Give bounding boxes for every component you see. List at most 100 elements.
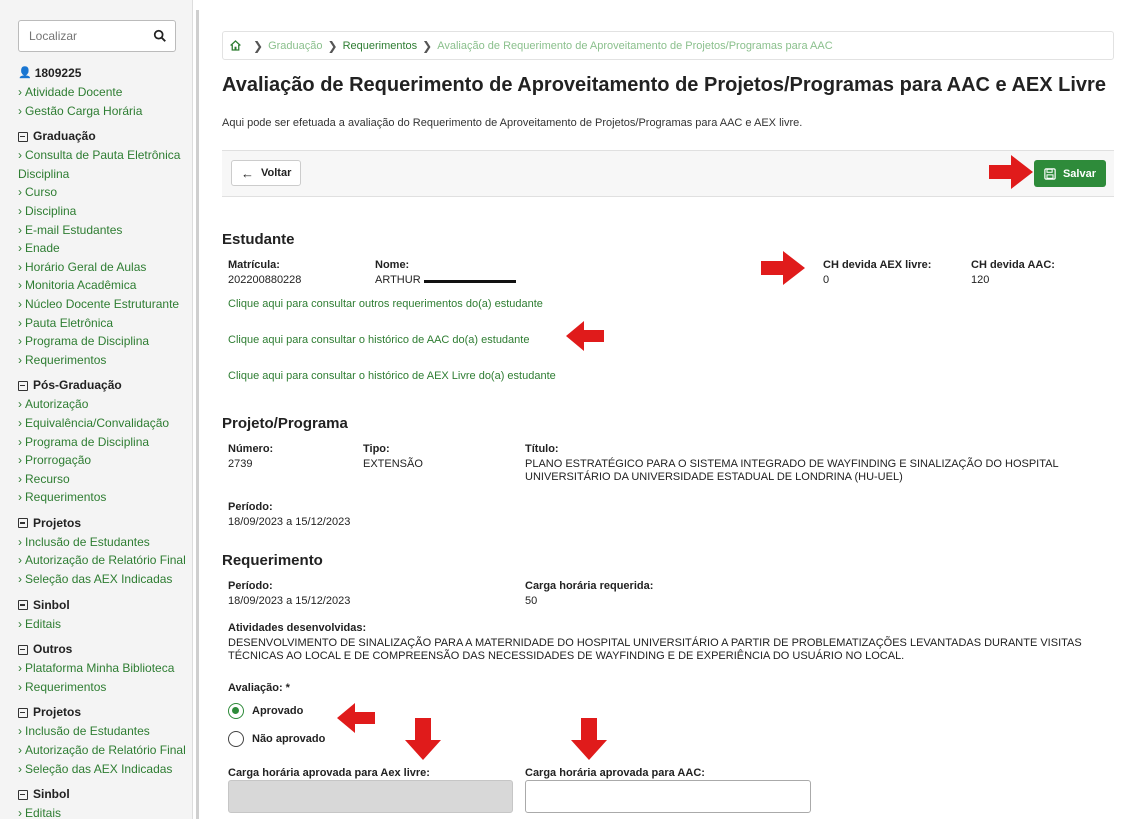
sidebar-group-title: Projetos: [33, 705, 82, 720]
sidebar-item[interactable]: › Programa de Disciplina: [18, 433, 192, 452]
breadcrumb-item-graduacao[interactable]: Graduação: [268, 40, 322, 52]
search-input[interactable]: [19, 21, 149, 51]
sidebar-group-title: Projetos: [33, 515, 82, 530]
sidebar-item-label: Pauta Eletrônica: [25, 315, 114, 330]
arrow-left-icon: ←: [241, 165, 254, 181]
sidebar-group-header[interactable]: Outros: [18, 640, 192, 659]
sidebar-item[interactable]: › Monitoria Acadêmica: [18, 276, 192, 295]
field-ch-aex-livre: CH devida AEX livre: 0: [823, 259, 931, 287]
sidebar-item[interactable]: › Recurso: [18, 470, 192, 489]
sidebar-item[interactable]: › Seleção das AEX Indicadas: [18, 570, 192, 589]
field-value: 18/09/2023 a 15/12/2023: [228, 516, 351, 528]
sidebar-item[interactable]: › Autorização de Relatório Final: [18, 741, 192, 760]
sidebar-item[interactable]: › Horário Geral de Aulas: [18, 258, 192, 277]
chevron-right-icon: ›: [18, 490, 22, 505]
radio-label: Aprovado: [252, 705, 304, 717]
sidebar-item-label: Enade: [25, 241, 60, 256]
sidebar-item[interactable]: › Gestão Carga Horária: [18, 102, 192, 121]
link-historico-aac[interactable]: Clique aqui para consultar o histórico d…: [228, 334, 529, 346]
breadcrumb-item-requerimentos[interactable]: Requerimentos: [343, 40, 418, 52]
sidebar-group-header[interactable]: Pós-Graduação: [18, 376, 192, 395]
sidebar-item[interactable]: › Editais: [18, 615, 192, 634]
sidebar-item[interactable]: › Núcleo Docente Estruturante: [18, 295, 192, 314]
sidebar-item[interactable]: › E-mail Estudantes: [18, 221, 192, 240]
field-label: Tipo:: [363, 443, 390, 455]
back-button[interactable]: ← Voltar: [231, 160, 302, 186]
sidebar-item[interactable]: › Consulta de Pauta Eletrônica Disciplina: [18, 146, 192, 183]
sidebar-item-label: Requerimentos: [25, 352, 107, 367]
chevron-right-icon: ›: [18, 471, 22, 486]
sidebar-group-header[interactable]: Projetos: [18, 703, 192, 722]
sidebar-group-title: Sinbol: [33, 597, 70, 612]
sidebar-group: Projetos › Inclusão de Estudantes › Autoriza…: [18, 703, 192, 779]
save-button[interactable]: Salvar: [1033, 160, 1106, 187]
sidebar-group: 👤 1809225 › Atividade Docente › Gestão Carga …: [18, 64, 192, 121]
field-label: Atividades desenvolvidas:: [228, 622, 367, 634]
chevron-right-icon: ›: [18, 334, 22, 349]
search-icon[interactable]: [153, 29, 167, 43]
collapse-icon: [18, 518, 28, 529]
sidebar-group-header[interactable]: Sinbol: [18, 785, 192, 804]
chevron-right-icon: ›: [18, 259, 22, 274]
link-historico-aex[interactable]: Clique aqui para consultar o histórico d…: [228, 370, 556, 382]
sidebar-item[interactable]: › Requerimentos: [18, 488, 192, 507]
sidebar-item[interactable]: › Requerimentos: [18, 678, 192, 697]
sidebar-item[interactable]: › Enade: [18, 239, 192, 258]
chevron-right-icon: ›: [18, 453, 22, 468]
link-outros-requerimentos[interactable]: Clique aqui para consultar outros requer…: [228, 298, 543, 310]
sidebar-item[interactable]: › Programa de Disciplina: [18, 332, 192, 351]
sidebar-item[interactable]: › Autorização de Relatório Final: [18, 551, 192, 570]
sidebar-group-header[interactable]: 👤 1809225: [18, 64, 192, 83]
field-label: Período:: [228, 501, 273, 513]
collapse-icon: [18, 131, 28, 142]
sidebar-group-header[interactable]: Sinbol: [18, 596, 192, 615]
sidebar-group-header[interactable]: Graduação: [18, 127, 192, 146]
chevron-right-icon: ›: [18, 661, 22, 676]
field-numero: Número: 2739: [228, 443, 273, 471]
sidebar-item[interactable]: › Pauta Eletrônica: [18, 314, 192, 333]
ch-aac-aprovada-input[interactable]: [525, 780, 811, 813]
sidebar-item[interactable]: › Atividade Docente: [18, 83, 192, 102]
radio-button-checked[interactable]: [228, 703, 244, 719]
radio-label: Não aprovado: [252, 733, 326, 745]
page-title: Avaliação de Requerimento de Aproveitame…: [222, 74, 1106, 96]
sidebar-item[interactable]: › Prorrogação: [18, 451, 192, 470]
chevron-right-icon: ›: [18, 241, 22, 256]
sidebar-item[interactable]: › Inclusão de Estudantes: [18, 722, 192, 741]
sidebar-item-label: Plataforma Minha Biblioteca: [25, 661, 175, 676]
collapse-icon: [18, 789, 28, 800]
sidebar-item[interactable]: › Requerimentos: [18, 351, 192, 370]
chevron-right-icon: ›: [18, 806, 22, 819]
chevron-right-icon: ›: [18, 85, 22, 99]
radio-button-unchecked[interactable]: [228, 731, 244, 747]
sidebar-item[interactable]: › Equivalência/Convalidação: [18, 414, 192, 433]
chevron-right-icon: ›: [18, 397, 22, 412]
sidebar-item[interactable]: › Inclusão de Estudantes: [18, 533, 192, 552]
field-periodo-projeto: Período: 18/09/2023 a 15/12/2023: [228, 501, 350, 529]
sidebar-group: Pós-Graduação › Autorização › Equivalência/C…: [18, 376, 192, 507]
sidebar-item[interactable]: › Seleção das AEX Indicadas: [18, 760, 192, 779]
sidebar-item[interactable]: › Curso: [18, 183, 192, 202]
radio-nao-aprovado[interactable]: Não aprovado: [228, 731, 325, 747]
sidebar-group-header[interactable]: Projetos: [18, 514, 192, 533]
section-title-requerimento: Requerimento: [222, 552, 323, 569]
sidebar-item[interactable]: › Editais: [18, 804, 192, 819]
chevron-right-icon: ›: [18, 222, 22, 237]
sidebar-item-label: Editais: [25, 616, 62, 631]
page-description: Aqui pode ser efetuada a avaliação do Re…: [222, 117, 803, 129]
field-label: Período:: [228, 580, 273, 592]
sidebar-item[interactable]: › Plataforma Minha Biblioteca: [18, 659, 192, 678]
sidebar-item-label: E-mail Estudantes: [25, 222, 123, 237]
chevron-right-icon: ›: [18, 679, 22, 694]
annotation-arrow-left-icon: [566, 321, 604, 351]
sidebar-item-label: Seleção das AEX Indicadas: [25, 572, 173, 587]
radio-aprovado[interactable]: Aprovado: [228, 703, 303, 719]
section-title-projeto: Projeto/Programa: [222, 415, 348, 432]
home-icon[interactable]: [229, 39, 242, 52]
collapse-icon: [18, 600, 28, 611]
sidebar-item[interactable]: › Disciplina: [18, 202, 192, 221]
chevron-right-icon: ›: [18, 434, 22, 449]
sidebar-item[interactable]: › Autorização: [18, 395, 192, 414]
sidebar-item-label: Recurso: [25, 471, 70, 486]
sidebar-group-title: 1809225: [34, 66, 82, 80]
